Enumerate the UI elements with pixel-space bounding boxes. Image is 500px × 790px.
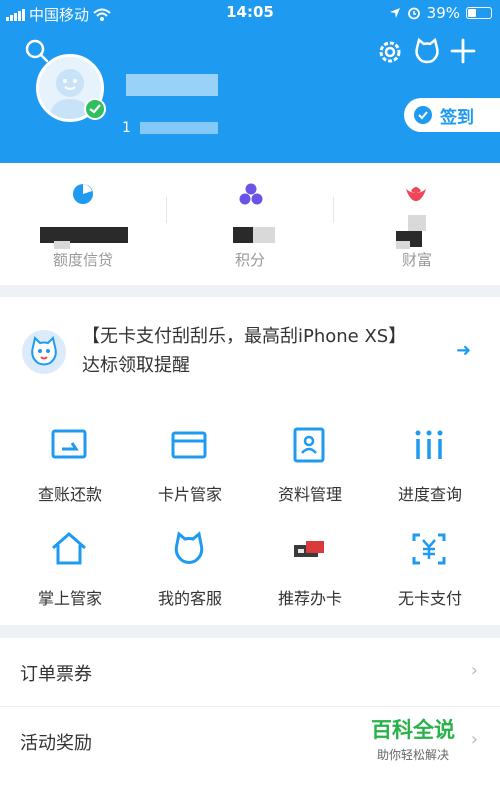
- service-grid: 查账还款 卡片管家 资料管理 进度查询 掌上管家 我的客服 推荐办卡 无卡支付: [0, 405, 500, 625]
- grid-label: 资料管理: [277, 485, 342, 504]
- grid-label: 卡片管家: [157, 485, 222, 504]
- grid-label: 查账还款: [37, 485, 102, 504]
- profile-manage-icon: [293, 427, 325, 463]
- battery-percent: 39%: [426, 4, 460, 22]
- promo-text[interactable]: 【无卡支付刮刮乐，最高刮iPhone XS】达标领取提醒: [82, 322, 402, 380]
- promo-mascot-icon: [22, 330, 66, 374]
- promo-arrow-icon[interactable]: ➜: [456, 340, 471, 361]
- grid-item-profile-manage[interactable]: 资料管理: [250, 409, 370, 509]
- watermark-logo: 百科全说 助你轻松解决: [354, 710, 472, 766]
- location-icon: [389, 8, 400, 18]
- card-manager-icon: [171, 431, 207, 459]
- grid-item-card-manager[interactable]: 卡片管家: [130, 409, 250, 509]
- settings-gear-icon[interactable]: [376, 38, 404, 66]
- home-manager-icon: [52, 532, 86, 565]
- watermark-sub: 助你轻松解决: [376, 748, 449, 762]
- checkin-label: 签到: [440, 107, 474, 128]
- stat-wealth-label: 财富: [401, 251, 432, 269]
- grid-item-progress-query[interactable]: 进度查询: [370, 409, 490, 509]
- stat-credit[interactable]: 额度信贷: [0, 163, 166, 285]
- grid-label: 我的客服: [157, 589, 222, 608]
- verified-check-icon: [84, 98, 106, 120]
- mascot-service-icon[interactable]: [412, 36, 442, 66]
- grid-label: 掌上管家: [37, 589, 102, 608]
- stat-points[interactable]: 积分: [167, 163, 333, 285]
- add-plus-icon[interactable]: [450, 38, 476, 64]
- stat-credit-label: 额度信贷: [52, 251, 113, 269]
- masked-wealth-value-3: [396, 241, 410, 249]
- credit-pie-icon: [73, 184, 93, 204]
- list-item-label: 订单票券: [20, 664, 92, 685]
- alarm-icon: [407, 7, 420, 20]
- battery-icon: [466, 7, 492, 19]
- status-right: 39%: [389, 4, 492, 22]
- progress-query-icon: [415, 430, 443, 459]
- status-bar: 中国移动 14:05 39%: [0, 0, 500, 26]
- grid-label: 进度查询: [397, 485, 462, 504]
- grid-item-home-manager[interactable]: 掌上管家: [10, 513, 130, 613]
- checkin-check-icon: [414, 106, 432, 124]
- checkin-button[interactable]: 签到: [404, 98, 500, 132]
- grid-label: 推荐办卡: [277, 589, 342, 608]
- masked-points-value-2: [253, 227, 275, 243]
- masked-user-name: [126, 74, 218, 96]
- stat-points-label: 积分: [234, 251, 265, 269]
- grid-item-customer-service[interactable]: 我的客服: [130, 513, 250, 613]
- points-dots-icon: [239, 183, 263, 205]
- masked-user-id: [140, 122, 218, 134]
- bill-repay-icon: [51, 429, 87, 459]
- grid-item-cardless-pay[interactable]: 无卡支付: [370, 513, 490, 613]
- stat-wealth[interactable]: 财富: [334, 163, 500, 285]
- customer-service-icon: [174, 531, 204, 564]
- masked-user-id-prefix: 1: [122, 120, 131, 136]
- masked-points-value: [233, 227, 253, 243]
- account-stats: 额度信贷 积分 财富: [0, 163, 500, 285]
- masked-credit-value-2: [54, 241, 70, 249]
- grid-item-bill-repay[interactable]: 查账还款: [10, 409, 130, 509]
- wealth-lotus-icon: [406, 187, 426, 201]
- battery-fill: [468, 9, 477, 17]
- grid-item-recommend-card[interactable]: 推荐办卡: [250, 513, 370, 613]
- masked-wealth-value: [408, 215, 426, 231]
- chevron-right-icon: ›: [470, 660, 478, 681]
- cardless-pay-icon: [412, 533, 446, 565]
- search-icon[interactable]: [24, 38, 50, 64]
- list-item-orders-tickets[interactable]: 订单票券 ›: [0, 638, 500, 707]
- recommend-card-icon: [294, 541, 324, 557]
- grid-label: 无卡支付: [397, 589, 462, 608]
- list-item-label: 活动奖励: [20, 733, 92, 754]
- watermark-main: 百科全说: [371, 718, 455, 742]
